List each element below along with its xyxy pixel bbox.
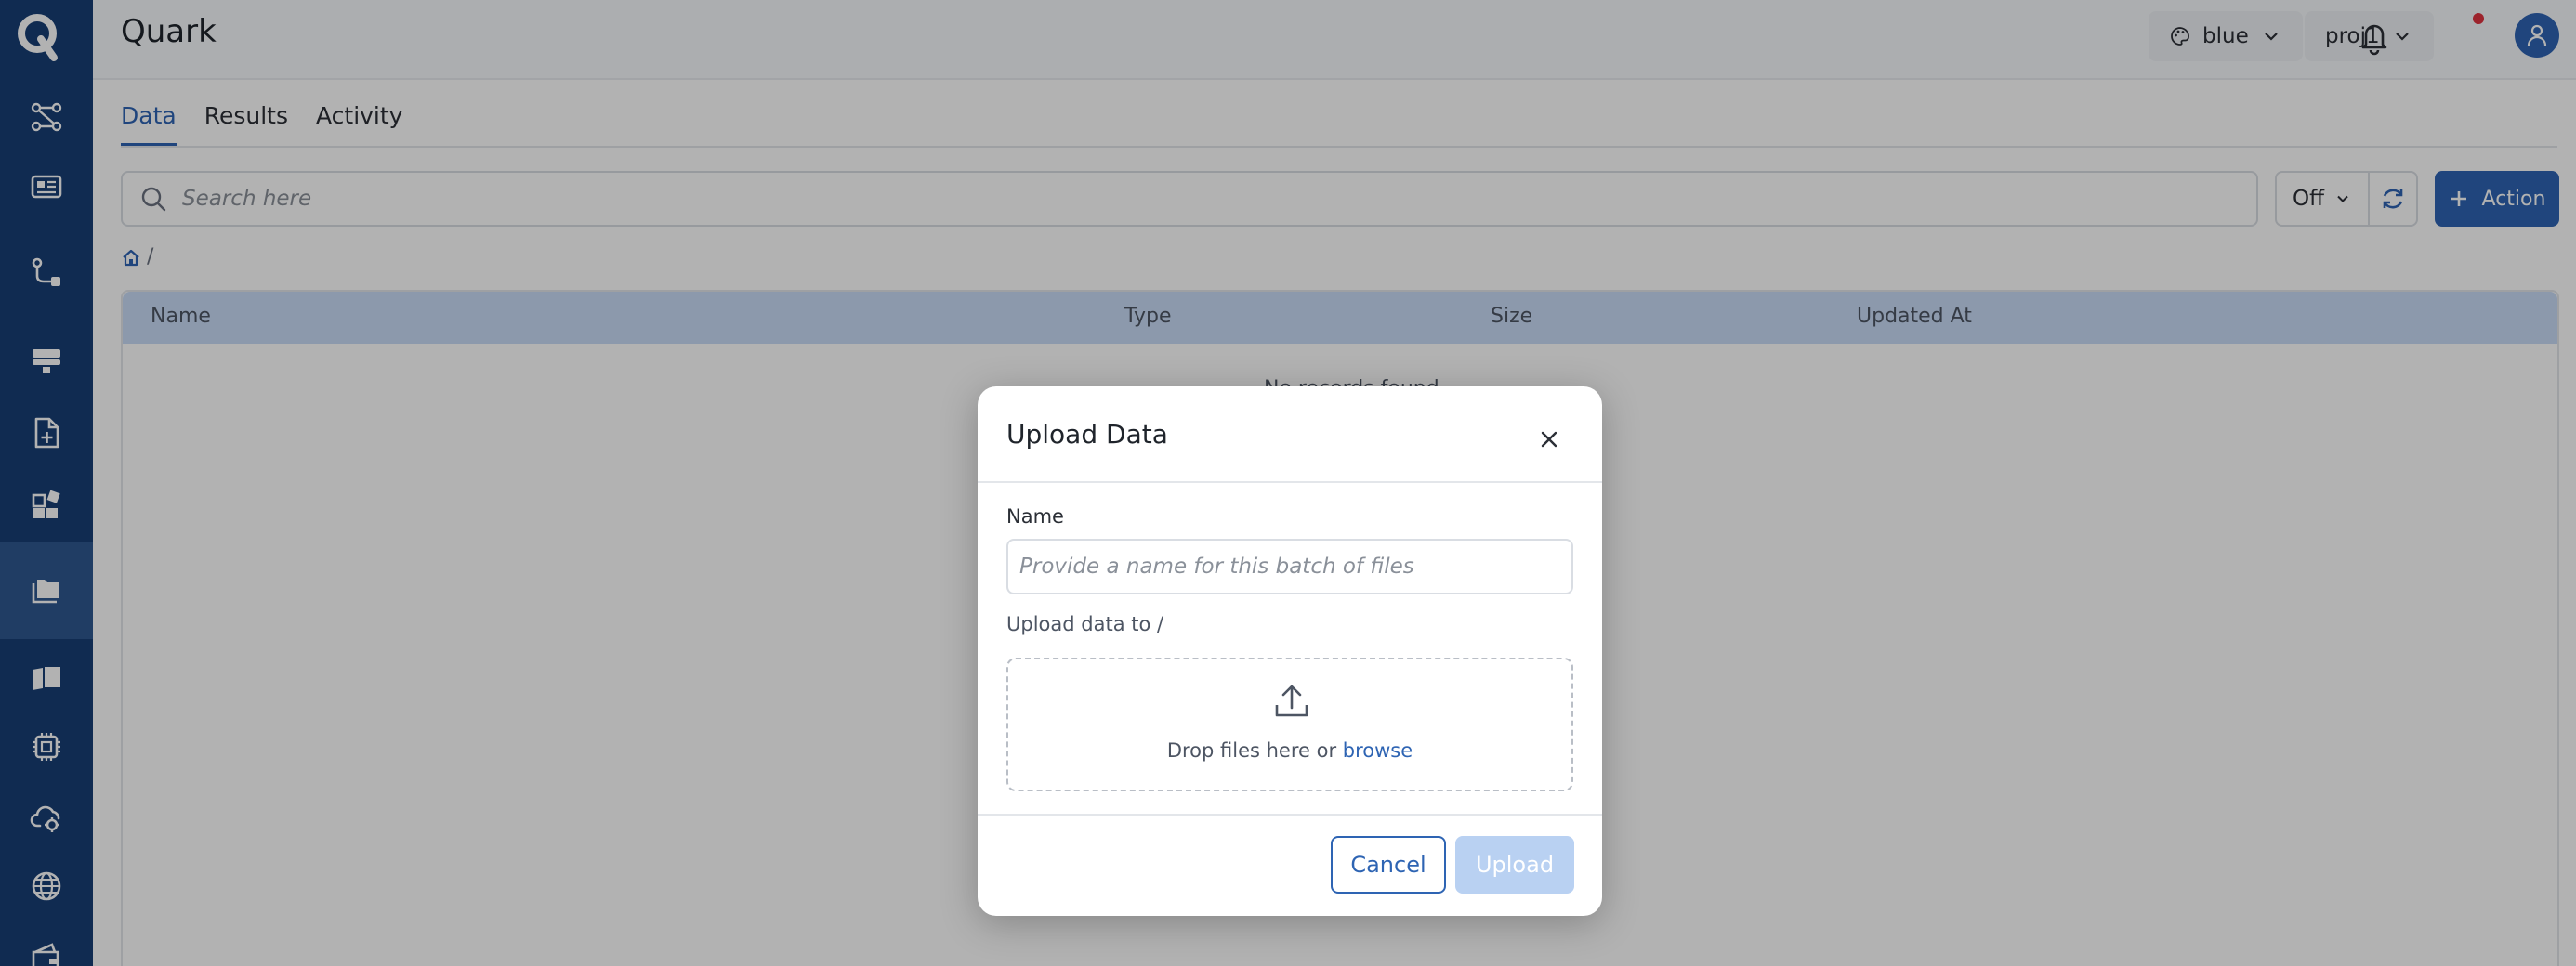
upload-button[interactable]: Upload [1455, 836, 1574, 894]
upload-icon [1275, 685, 1308, 717]
close-button[interactable] [1531, 422, 1567, 457]
name-field-label: Name [1006, 505, 1064, 528]
browse-link[interactable]: browse [1343, 739, 1413, 762]
batch-name-input[interactable] [1006, 539, 1573, 594]
dropzone-text: Drop files here or browse [1008, 739, 1571, 762]
dropzone-instruction: Drop files here or [1166, 739, 1343, 762]
file-dropzone[interactable]: Drop files here or browse [1006, 658, 1573, 791]
dialog-footer-divider [978, 814, 1602, 816]
upload-destination-text: Upload data to / [1006, 613, 1164, 635]
dialog-header-divider [978, 481, 1602, 483]
upload-data-dialog: Upload Data Name Upload data to / Drop f… [978, 386, 1602, 916]
cancel-button[interactable]: Cancel [1331, 836, 1446, 894]
dialog-title: Upload Data [1006, 419, 1168, 450]
close-icon [1541, 431, 1557, 448]
